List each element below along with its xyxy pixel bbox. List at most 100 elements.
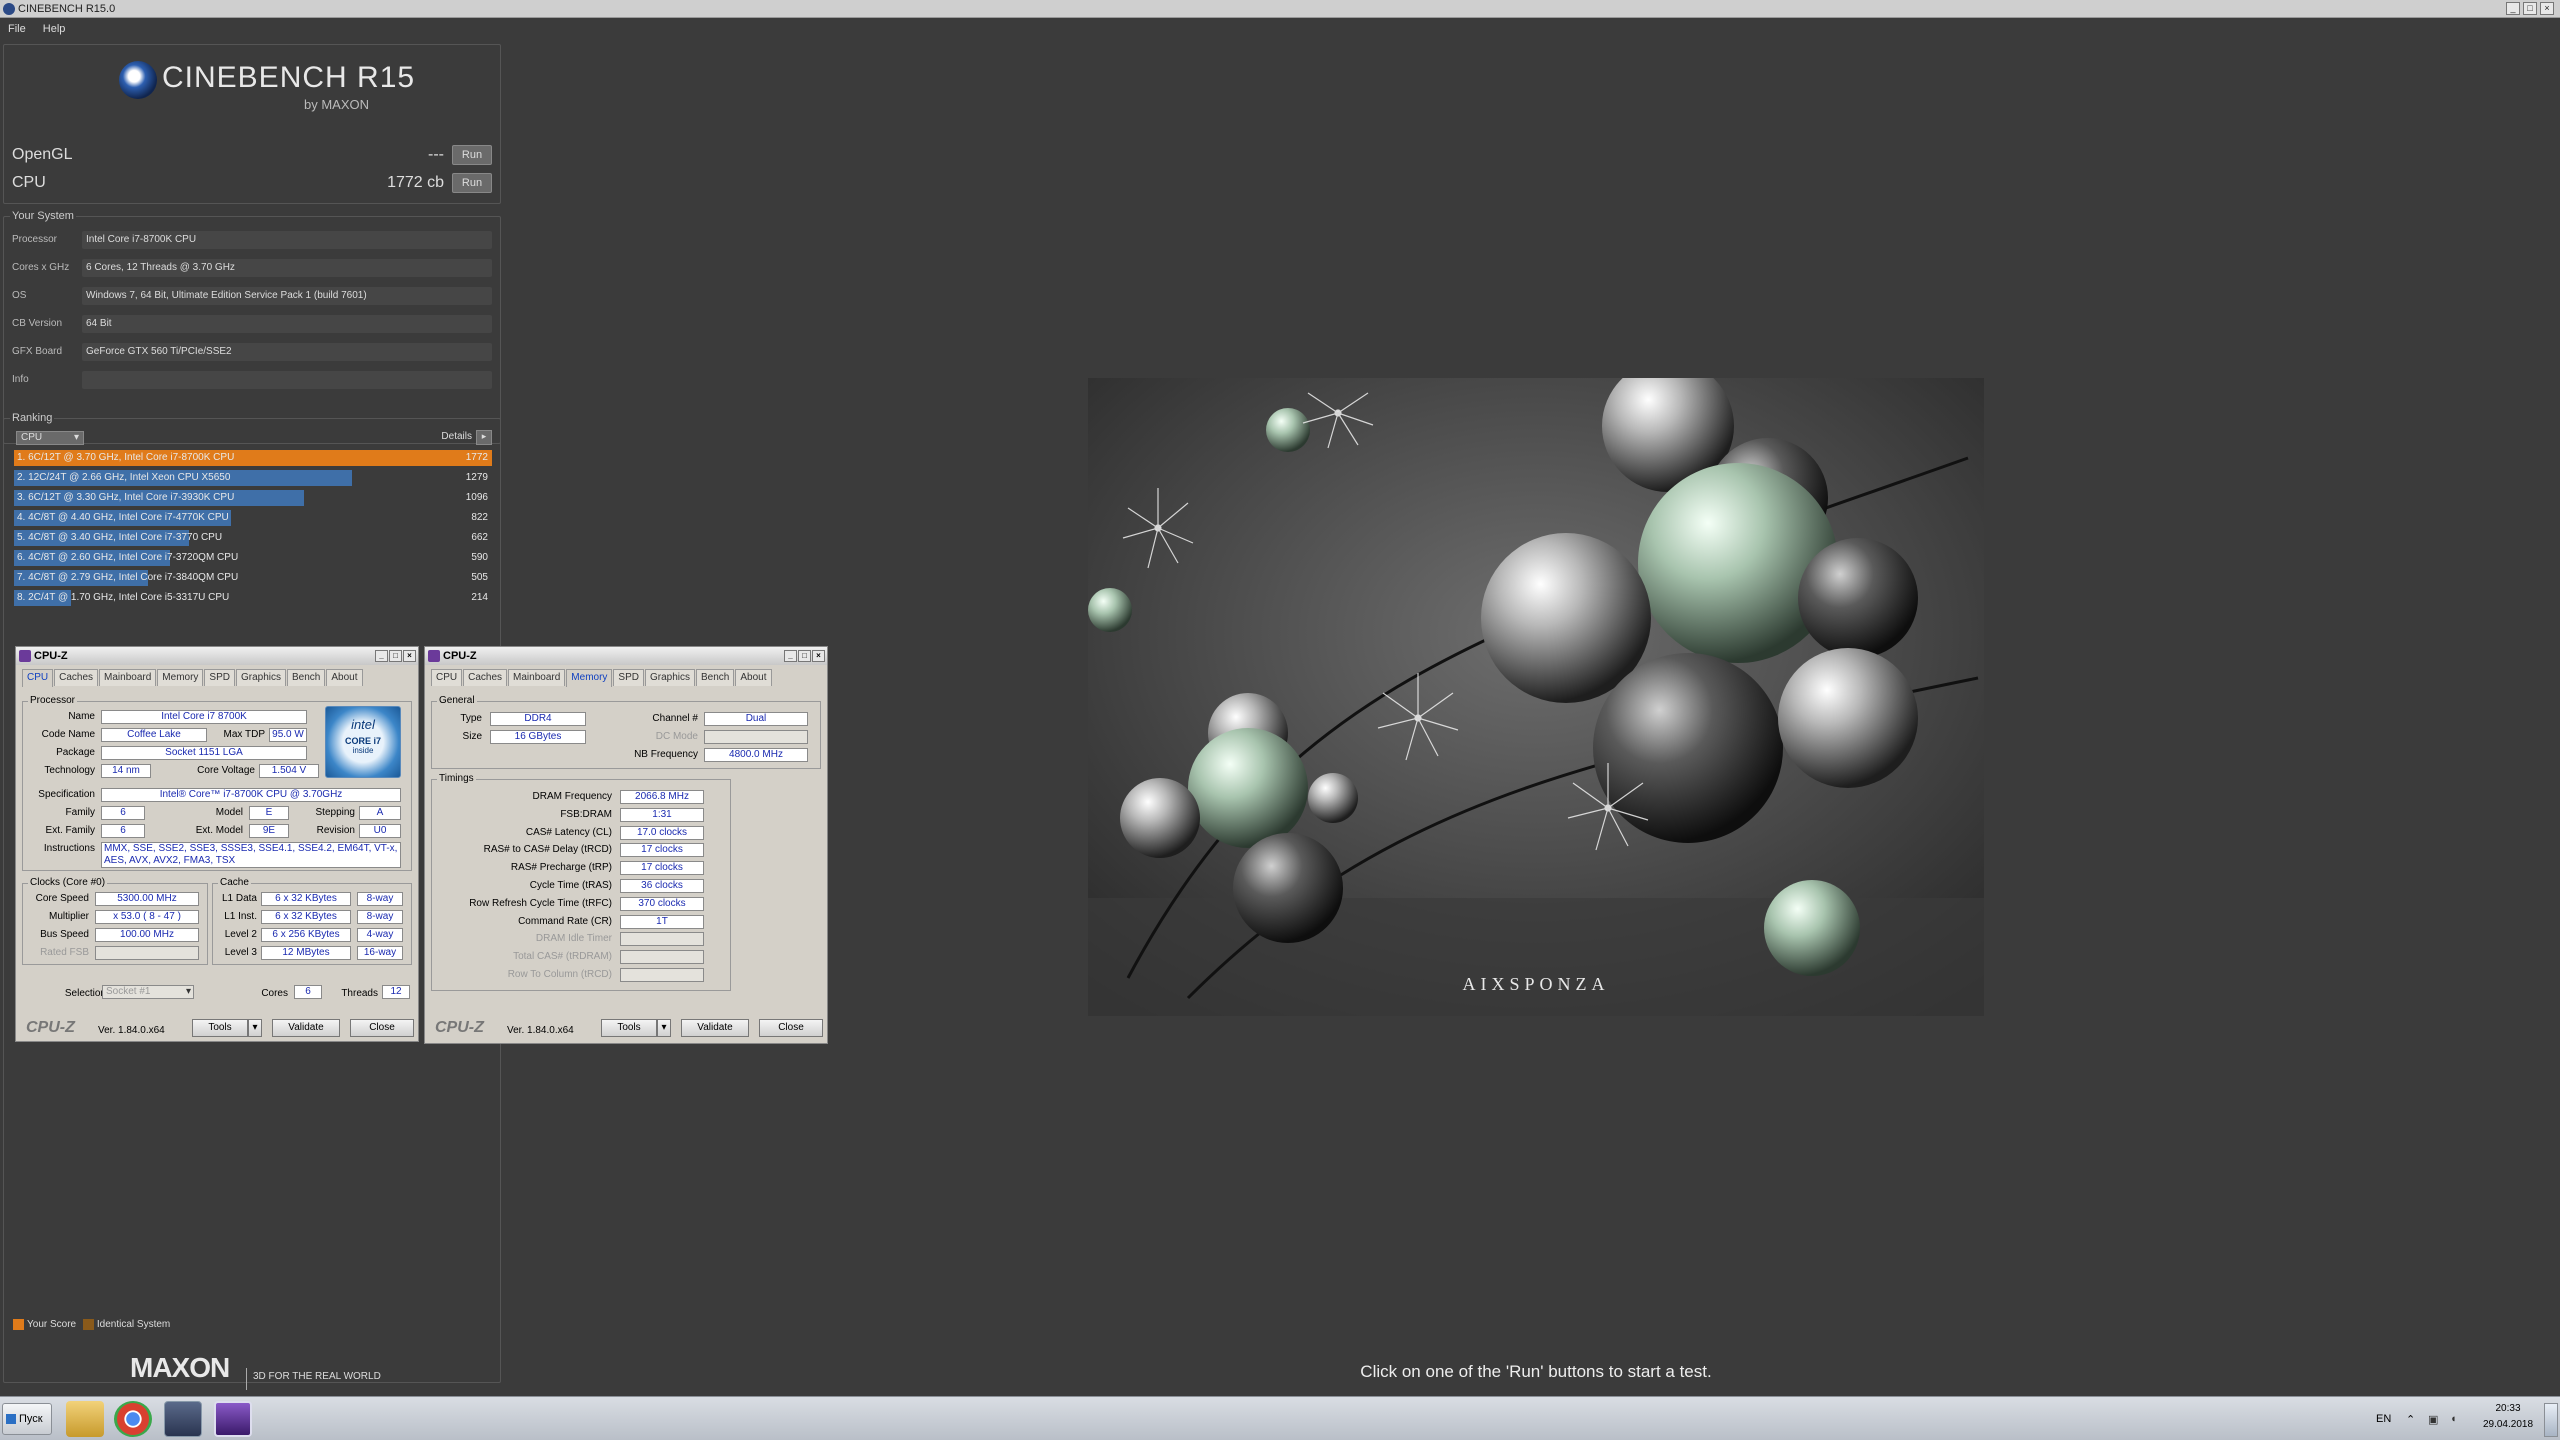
- tools-button[interactable]: Tools: [192, 1019, 248, 1037]
- core-speed-field: 5300.00 MHz: [95, 892, 199, 906]
- ranking-row[interactable]: 1. 6C/12T @ 3.70 GHz, Intel Core i7-8700…: [14, 449, 492, 467]
- ranking-row[interactable]: 8. 2C/4T @ 1.70 GHz, Intel Core i5-3317U…: [14, 589, 492, 607]
- minimize-button[interactable]: _: [375, 650, 388, 662]
- timing-value: 17.0 clocks: [620, 825, 704, 840]
- ranking-row[interactable]: 2. 12C/24T @ 2.66 GHz, Intel Xeon CPU X5…: [14, 469, 492, 487]
- ranking-row[interactable]: 3. 6C/12T @ 3.30 GHz, Intel Core i7-3930…: [14, 489, 492, 507]
- field-label: Cores: [261, 988, 288, 999]
- chrome-icon[interactable]: [114, 1401, 152, 1437]
- cpuz-titlebar: CPU-Z _ □ ×: [425, 647, 827, 665]
- tab-mainboard[interactable]: Mainboard: [508, 669, 566, 686]
- tab-spd[interactable]: SPD: [613, 669, 644, 686]
- maximize-button[interactable]: □: [2523, 2, 2537, 15]
- tools-dropdown-arrow[interactable]: ▾: [248, 1019, 262, 1037]
- volume-icon[interactable]: ◖: [2450, 1413, 2457, 1425]
- maximize-button[interactable]: □: [798, 650, 811, 662]
- field-label: L1 Data: [221, 893, 257, 904]
- show-desktop-button[interactable]: [2544, 1403, 2558, 1437]
- opengl-run-button[interactable]: Run: [452, 145, 492, 165]
- close-cpuz-button[interactable]: Close: [759, 1019, 823, 1037]
- ranking-label: 7. 4C/8T @ 2.79 GHz, Intel Core i7-3840Q…: [17, 572, 239, 583]
- close-button[interactable]: ×: [812, 650, 825, 662]
- ranking-label: 1. 6C/12T @ 3.70 GHz, Intel Core i7-8700…: [17, 452, 235, 463]
- general-group: General Type DDR4 Size 16 GBytes Channel…: [431, 695, 821, 769]
- system-value: Intel Core i7-8700K CPU: [82, 231, 492, 249]
- minimize-button[interactable]: _: [2506, 2, 2520, 15]
- menu-file[interactable]: File: [8, 23, 26, 35]
- group-title: Cache: [218, 877, 251, 888]
- info-field[interactable]: [82, 371, 492, 389]
- cpuz-window-memory: CPU-Z _ □ × CPU Caches Mainboard Memory SP…: [424, 646, 828, 1044]
- system-value: 64 Bit: [82, 315, 492, 333]
- tab-memory[interactable]: Memory: [566, 669, 613, 687]
- group-title: Clocks (Core #0): [28, 877, 108, 888]
- folder-icon[interactable]: [66, 1401, 104, 1437]
- identical-system-swatch: [82, 1319, 94, 1330]
- ranking-row[interactable]: 5. 4C/8T @ 3.40 GHz, Intel Core i7-3770 …: [14, 529, 492, 547]
- system-row: Info: [12, 369, 492, 391]
- system-key: OS: [12, 290, 27, 301]
- badge-line: CORE i7: [344, 736, 381, 746]
- family-field: 6: [101, 806, 145, 820]
- cpuz-tabs: CPU Caches Mainboard Memory SPD Graphics…: [431, 669, 773, 687]
- ranking-selector-value: CPU: [21, 432, 43, 443]
- memory-type-field: DDR4: [490, 712, 586, 726]
- cpuz-app-icon: [19, 650, 31, 662]
- cpuz-taskbar-icon[interactable]: [214, 1401, 252, 1437]
- ranking-selector-dropdown[interactable]: CPU ▾: [16, 431, 84, 445]
- tab-caches[interactable]: Caches: [54, 669, 99, 686]
- start-button[interactable]: Пуск: [2, 1403, 52, 1435]
- timing-label: Command Rate (CR): [518, 915, 612, 927]
- ranking-score: 662: [471, 532, 488, 543]
- ranking-row[interactable]: 7. 4C/8T @ 2.79 GHz, Intel Core i7-3840Q…: [14, 569, 492, 587]
- details-arrow-button[interactable]: ▸: [476, 430, 492, 445]
- tab-cpu[interactable]: CPU: [431, 669, 463, 686]
- socket-selection-dropdown[interactable]: Socket #1 ▾: [102, 985, 194, 999]
- test-name: OpenGL: [12, 146, 73, 163]
- tab-bench[interactable]: Bench: [287, 669, 326, 686]
- tab-about[interactable]: About: [735, 669, 772, 686]
- menu-help[interactable]: Help: [43, 23, 66, 35]
- close-button[interactable]: ×: [403, 650, 416, 662]
- ranking-row[interactable]: 6. 4C/8T @ 2.60 GHz, Intel Core i7-3720Q…: [14, 549, 492, 567]
- ranking-label: 8. 2C/4T @ 1.70 GHz, Intel Core i5-3317U…: [17, 592, 230, 603]
- ranking-title: Ranking: [10, 412, 55, 424]
- tab-caches[interactable]: Caches: [463, 669, 508, 686]
- tools-dropdown-arrow[interactable]: ▾: [657, 1019, 671, 1037]
- network-icon[interactable]: ▣: [2428, 1413, 2438, 1426]
- tab-memory[interactable]: Memory: [157, 669, 204, 686]
- processor-group: Processor Name Intel Core i7 8700K Code …: [22, 695, 412, 871]
- tab-spd[interactable]: SPD: [204, 669, 235, 686]
- field-label: Package: [56, 747, 95, 758]
- minimize-button[interactable]: _: [784, 650, 797, 662]
- ranking-score: 1096: [465, 492, 488, 503]
- ranking-score: 1279: [465, 472, 488, 483]
- language-indicator[interactable]: EN: [2376, 1413, 2391, 1425]
- validate-button[interactable]: Validate: [681, 1019, 749, 1037]
- ranking-row[interactable]: 4. 4C/8T @ 4.40 GHz, Intel Core i7-4770K…: [14, 509, 492, 527]
- clock-time[interactable]: 20:33: [2484, 1403, 2532, 1414]
- cinebench-taskbar-icon[interactable]: [164, 1401, 202, 1437]
- close-button[interactable]: ×: [2540, 2, 2554, 15]
- timing-label: Cycle Time (tRAS): [529, 880, 612, 891]
- maximize-button[interactable]: □: [389, 650, 402, 662]
- tab-graphics[interactable]: Graphics: [235, 669, 286, 686]
- validate-button[interactable]: Validate: [272, 1019, 340, 1037]
- tab-about[interactable]: About: [326, 669, 363, 686]
- system-row: GFX Board GeForce GTX 560 Ti/PCIe/SSE2: [12, 341, 492, 363]
- clock-date[interactable]: 29.04.2018: [2474, 1419, 2542, 1430]
- cinebench-logo-icon: [119, 61, 157, 99]
- field-label: Bus Speed: [40, 929, 89, 940]
- cpu-run-button[interactable]: Run: [452, 173, 492, 193]
- tab-mainboard[interactable]: Mainboard: [99, 669, 157, 686]
- bus-speed-field: 100.00 MHz: [95, 928, 199, 942]
- tray-arrow-icon[interactable]: ⌃: [2406, 1413, 2415, 1426]
- field-label: Technology: [44, 765, 95, 776]
- window-titlebar: CINEBENCH R15.0 _ □ ×: [0, 0, 2560, 18]
- menu-bar: File Help: [0, 19, 2560, 39]
- tools-button[interactable]: Tools: [601, 1019, 657, 1037]
- tab-cpu[interactable]: CPU: [22, 669, 54, 687]
- tab-graphics[interactable]: Graphics: [644, 669, 695, 686]
- tab-bench[interactable]: Bench: [696, 669, 735, 686]
- close-cpuz-button[interactable]: Close: [350, 1019, 414, 1037]
